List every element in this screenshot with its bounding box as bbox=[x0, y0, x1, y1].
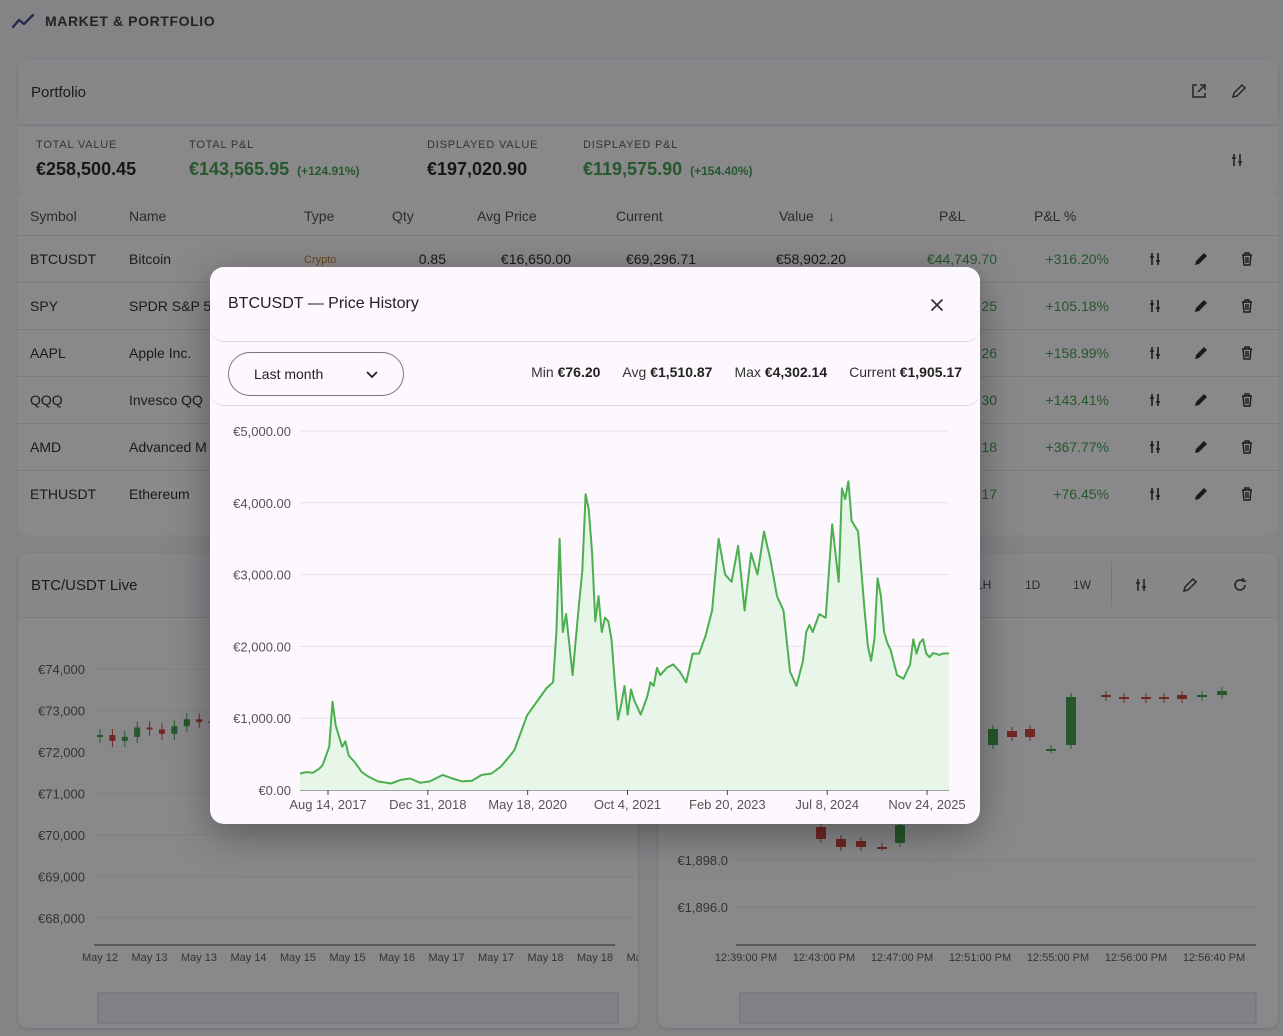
stat-label: Max bbox=[734, 364, 761, 380]
x-tick-label: Feb 20, 2023 bbox=[689, 797, 766, 812]
x-tick-label: Jul 8, 2024 bbox=[795, 797, 859, 812]
stat-value: €1,510.87 bbox=[650, 364, 713, 380]
stat-label: Current bbox=[849, 364, 896, 380]
x-tick-label: Nov 24, 2025 bbox=[888, 797, 965, 812]
stat-value: €76.20 bbox=[557, 364, 601, 380]
dialog-header: BTCUSDT — Price History bbox=[210, 267, 980, 342]
price-history-dialog: BTCUSDT — Price History Last month Min €… bbox=[210, 267, 980, 824]
y-tick-label: €3,000.00 bbox=[233, 568, 291, 583]
price-stats: Min €76.20 Avg €1,510.87 Max €4,302.14 C… bbox=[531, 364, 962, 380]
chevron-down-icon bbox=[366, 371, 378, 379]
x-tick-label: Oct 4, 2021 bbox=[594, 797, 661, 812]
dialog-title: BTCUSDT — Price History bbox=[228, 295, 419, 312]
range-select-value: Last month bbox=[254, 366, 324, 382]
stat-max: Max €4,302.14 bbox=[734, 364, 827, 380]
stat-label: Min bbox=[531, 364, 554, 380]
stat-min: Min €76.20 bbox=[531, 364, 600, 380]
close-icon[interactable] bbox=[926, 294, 948, 316]
y-tick-label: €1,000.00 bbox=[233, 711, 291, 726]
y-tick-label: €2,000.00 bbox=[233, 639, 291, 654]
dialog-toolbar: Last month Min €76.20 Avg €1,510.87 Max … bbox=[210, 342, 980, 406]
stat-label: Avg bbox=[622, 364, 647, 380]
stat-value: €4,302.14 bbox=[764, 364, 828, 380]
range-select[interactable]: Last month bbox=[228, 352, 404, 396]
stat-avg: Avg €1,510.87 bbox=[622, 364, 712, 380]
x-tick-label: May 18, 2020 bbox=[488, 797, 567, 812]
y-tick-label: €4,000.00 bbox=[233, 496, 291, 511]
price-area bbox=[300, 481, 949, 790]
y-tick-label: €0.00 bbox=[258, 783, 291, 798]
x-tick-label: Aug 14, 2017 bbox=[289, 797, 366, 812]
stat-value: €1,905.17 bbox=[899, 364, 962, 380]
y-tick-label: €5,000.00 bbox=[233, 424, 291, 439]
price-history-chart[interactable]: €0.00 €1,000.00 €2,000.00 €3,000.00 €4,000.0… bbox=[210, 407, 980, 824]
x-tick-label: Dec 31, 2018 bbox=[389, 797, 466, 812]
stat-current: Current €1,905.17 bbox=[849, 364, 962, 380]
